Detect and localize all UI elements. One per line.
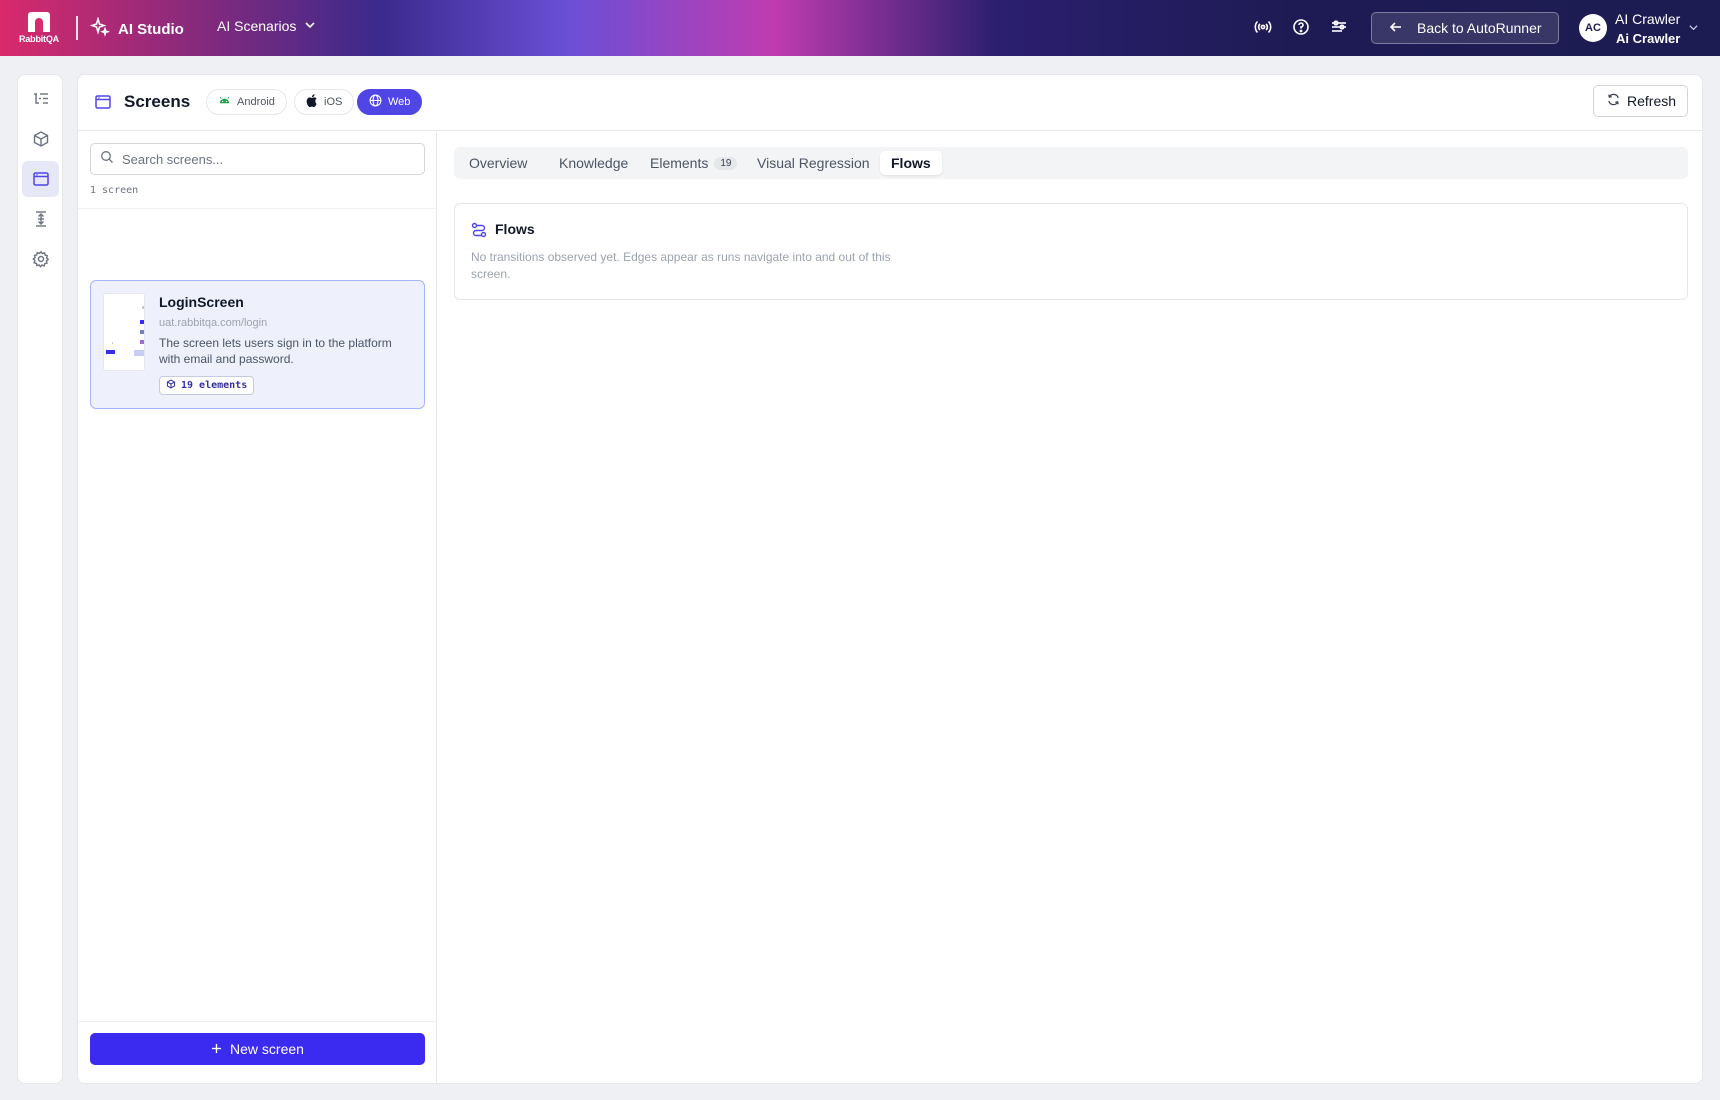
tab-flows[interactable]: Flows bbox=[880, 151, 942, 175]
new-screen-button-label: New screen bbox=[230, 1041, 304, 1057]
search-icon bbox=[100, 150, 114, 169]
flows-icon bbox=[471, 222, 487, 243]
tab-visual-regression[interactable]: Visual Regression bbox=[746, 151, 881, 175]
user-name: AI Crawler bbox=[1615, 11, 1681, 27]
flows-empty-text: No transitions observed yet. Edges appea… bbox=[471, 250, 891, 281]
tab-count-badge: 19 bbox=[714, 156, 738, 170]
logo-mark-icon bbox=[28, 12, 50, 32]
globe-icon bbox=[369, 94, 382, 110]
platform-filter-web[interactable]: Web bbox=[357, 89, 423, 115]
screens-header: Screens Android iOS Web Refresh bbox=[78, 75, 1702, 131]
platform-filter-label: Android bbox=[237, 96, 275, 108]
tab-label: Overview bbox=[469, 155, 528, 171]
back-to-autorunner-button[interactable]: Back to AutoRunner bbox=[1371, 12, 1559, 44]
refresh-button[interactable]: Refresh bbox=[1593, 85, 1688, 117]
app-title[interactable]: AI Studio bbox=[89, 16, 184, 41]
app-title-label: AI Studio bbox=[118, 20, 184, 38]
chevron-down-icon bbox=[304, 18, 316, 34]
box-icon bbox=[166, 379, 176, 392]
settings-icon[interactable] bbox=[22, 241, 59, 277]
logo-divider bbox=[76, 16, 78, 40]
list-item-title: LoginScreen bbox=[159, 294, 244, 310]
platform-filter-label: Web bbox=[388, 96, 411, 108]
chevron-down-icon[interactable] bbox=[1688, 20, 1699, 38]
list-item[interactable]: LoginScreen uat.rabbitqa.com/login The s… bbox=[90, 280, 425, 409]
flows-panel: Flows No transitions observed yet. Edges… bbox=[454, 203, 1688, 300]
rabbitqa-logo[interactable]: RabbitQA bbox=[18, 12, 60, 46]
top-bar: RabbitQA AI Studio AI Scenarios Back to … bbox=[0, 0, 1720, 56]
align-vertical-icon[interactable] bbox=[22, 201, 59, 237]
screens-list-panel: 1 screen LoginScreen uat.rabbitqa.com/lo… bbox=[78, 131, 437, 1083]
settings-sliders-icon[interactable] bbox=[1329, 17, 1349, 37]
new-screen-button[interactable]: New screen bbox=[90, 1033, 425, 1065]
platform-filter-label: iOS bbox=[324, 96, 343, 108]
user-subtitle: Ai Crawler bbox=[1616, 31, 1681, 46]
flows-title: Flows bbox=[495, 221, 535, 237]
back-button-label: Back to AutoRunner bbox=[1417, 20, 1542, 36]
avatar[interactable]: AC bbox=[1579, 14, 1607, 42]
screen-thumbnail bbox=[103, 293, 145, 371]
detail-tabs: Overview Knowledge Elements 19 Visual Re… bbox=[454, 147, 1688, 179]
top-actions bbox=[1253, 17, 1349, 37]
search-box[interactable] bbox=[90, 143, 425, 175]
list-item-url: uat.rabbitqa.com/login bbox=[159, 317, 268, 329]
divider bbox=[78, 208, 437, 209]
page-title: Screens bbox=[124, 92, 191, 111]
tab-knowledge[interactable]: Knowledge bbox=[548, 151, 639, 175]
scenarios-list-icon[interactable] bbox=[22, 81, 59, 117]
scenarios-dropdown[interactable]: AI Scenarios bbox=[217, 18, 316, 34]
box-icon[interactable] bbox=[22, 121, 59, 157]
screen-count: 1 screen bbox=[90, 185, 139, 196]
tab-label: Flows bbox=[891, 155, 931, 171]
android-icon bbox=[218, 94, 231, 110]
arrow-left-icon bbox=[1389, 20, 1403, 37]
sparkle-icon bbox=[89, 16, 110, 41]
elements-count-label: 19 elements bbox=[181, 380, 248, 391]
platform-filter-ios[interactable]: iOS bbox=[294, 89, 355, 115]
screens-icon bbox=[94, 93, 112, 116]
main-panel: Screens Android iOS Web Refresh Search s… bbox=[77, 74, 1703, 1084]
logo-text: RabbitQA bbox=[19, 34, 59, 44]
tab-label: Visual Regression bbox=[757, 155, 870, 171]
plus-icon bbox=[211, 1041, 222, 1057]
left-rail bbox=[17, 74, 63, 1084]
user-menu[interactable]: AI Crawler Ai Crawler bbox=[1615, 10, 1680, 48]
screens-icon[interactable] bbox=[22, 161, 59, 197]
elements-count-badge: 19 elements bbox=[159, 376, 255, 395]
tab-label: Elements bbox=[650, 155, 709, 171]
apple-icon bbox=[306, 94, 318, 110]
help-icon[interactable] bbox=[1291, 17, 1311, 37]
search-input[interactable] bbox=[122, 151, 412, 167]
list-item-description: The screen lets users sign in to the pla… bbox=[159, 336, 392, 366]
list-footer: New screen bbox=[78, 1021, 437, 1083]
scenarios-dropdown-label: AI Scenarios bbox=[217, 18, 297, 34]
broadcast-icon[interactable] bbox=[1253, 17, 1273, 37]
tab-label: Knowledge bbox=[559, 155, 629, 171]
refresh-button-label: Refresh bbox=[1627, 93, 1677, 109]
platform-filter-android[interactable]: Android bbox=[206, 89, 287, 115]
tab-elements[interactable]: Elements 19 bbox=[639, 151, 748, 175]
tab-overview[interactable]: Overview bbox=[458, 151, 538, 175]
refresh-icon bbox=[1607, 93, 1620, 109]
